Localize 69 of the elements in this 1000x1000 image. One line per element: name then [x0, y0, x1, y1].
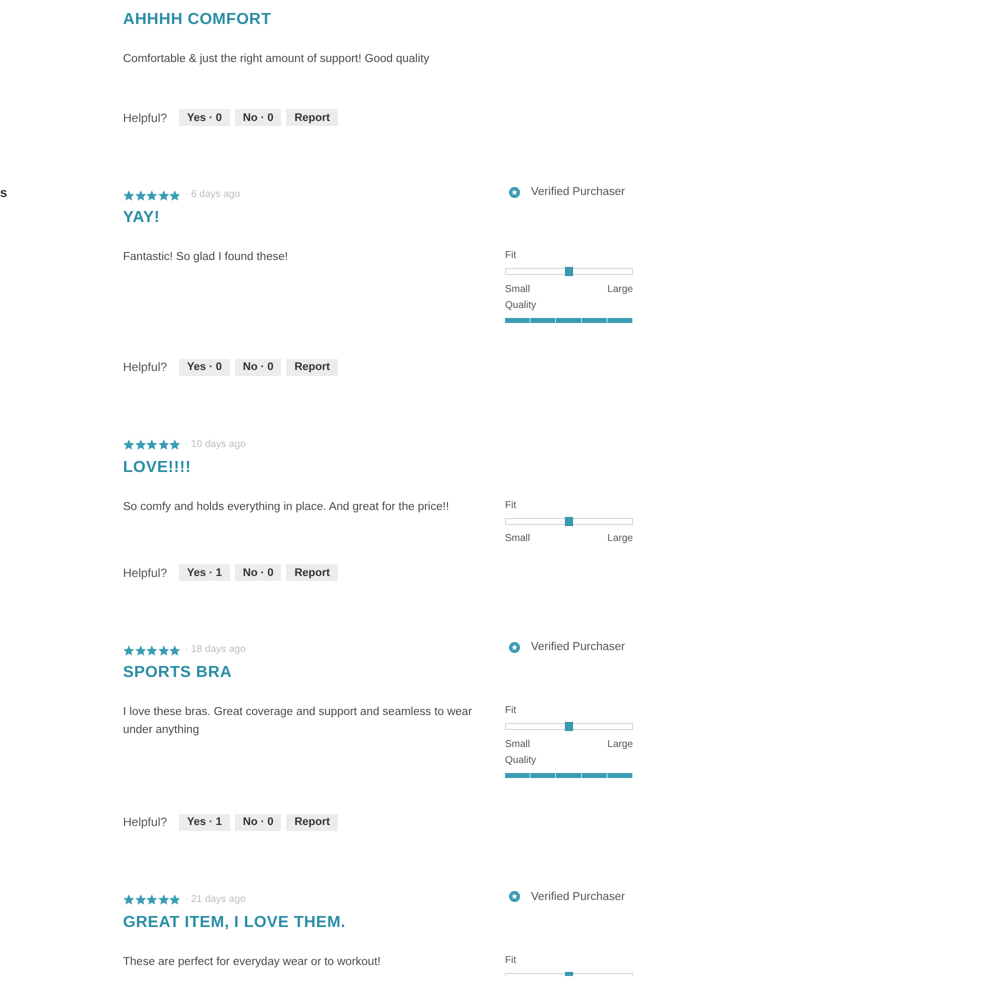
star-icon — [134, 190, 146, 200]
sidebar-text: s — [0, 186, 8, 200]
review-text: So comfy and holds everything in place. And great for the price!! — [123, 500, 450, 514]
scale-label: Small — [505, 738, 530, 750]
review-title: YAY! — [123, 208, 160, 228]
review-date: · 21 days ago — [184, 894, 246, 906]
star-icon — [158, 644, 170, 656]
review-title: SPORTS BRA — [123, 663, 232, 683]
star-icon — [146, 894, 158, 905]
star-icon — [146, 190, 158, 200]
scale-label: Large — [607, 284, 633, 296]
rating-label: Quality — [505, 754, 536, 766]
star-badge-icon — [509, 642, 520, 652]
star-icon — [123, 190, 135, 200]
star-icon — [169, 644, 181, 656]
feedback-button[interactable]: Report — [286, 358, 338, 376]
star-icon — [134, 439, 146, 450]
star-icon — [158, 190, 170, 200]
star-icon — [169, 190, 181, 200]
review-date: · 18 days ago — [184, 644, 246, 656]
star-icon — [123, 644, 135, 656]
scale-label: Large — [607, 738, 633, 750]
rating-label: Fit — [505, 705, 516, 717]
review-title: GREAT ITEM, I LOVE THEM. — [123, 912, 346, 932]
star-icon — [123, 894, 135, 905]
star-icon — [146, 439, 158, 450]
verified-label: Verified Purchaser — [531, 890, 625, 902]
helpful-label: Helpful? — [123, 110, 168, 124]
feedback-button[interactable]: No · 0 — [234, 814, 282, 830]
star-icon — [158, 894, 170, 905]
feedback-button[interactable]: Yes · 0 — [179, 358, 230, 376]
feedback-button[interactable]: Report — [286, 814, 338, 830]
star-badge-icon — [509, 891, 520, 902]
feedback-button[interactable]: No · 0 — [234, 564, 282, 581]
feedback-button[interactable]: Yes · 1 — [179, 564, 230, 581]
feedback-button[interactable]: No · 0 — [234, 358, 282, 376]
star-icon — [123, 439, 135, 450]
scale-label: Large — [607, 533, 633, 545]
review-title: AHHHH COMFORT — [123, 10, 272, 30]
feedback-button[interactable]: Report — [286, 109, 338, 126]
review-date: · 6 days ago — [184, 189, 240, 201]
helpful-label: Helpful? — [123, 815, 168, 829]
feedback-button[interactable]: Yes · 0 — [179, 109, 230, 126]
star-icon — [134, 644, 146, 656]
scale-label: Small — [505, 533, 530, 545]
rating-label: Fit — [505, 250, 516, 262]
review-text: I love these bras. Great coverage and support and seamless to wear under anything — [123, 705, 474, 738]
feedback-button[interactable]: No · 0 — [234, 109, 282, 126]
star-icon — [169, 894, 181, 905]
star-icon — [146, 644, 158, 656]
review-text: Comfortable & just the right amount of support! Good quality — [123, 52, 430, 67]
star-icon — [169, 439, 181, 450]
verified-label: Verified Purchaser — [531, 186, 625, 198]
scale-label: Small — [505, 284, 530, 296]
feedback-button[interactable]: Report — [286, 564, 338, 581]
feedback-button[interactable]: Yes · 1 — [179, 814, 230, 830]
review-text: These are perfect for everyday wear or to workout! — [123, 954, 382, 970]
rating-label: Fit — [505, 500, 516, 512]
star-icon — [134, 894, 146, 905]
review-title: LOVE!!!! — [123, 458, 192, 478]
rating-label: Quality — [505, 300, 536, 312]
star-icon — [158, 439, 170, 450]
helpful-label: Helpful? — [123, 566, 168, 580]
star-badge-icon — [509, 186, 520, 198]
helpful-label: Helpful? — [123, 360, 168, 374]
review-text: Fantastic! So glad I found these! — [123, 250, 289, 265]
review-date: · 10 days ago — [184, 438, 246, 450]
rating-label: Fit — [505, 954, 516, 966]
verified-label: Verified Purchaser — [531, 641, 625, 653]
